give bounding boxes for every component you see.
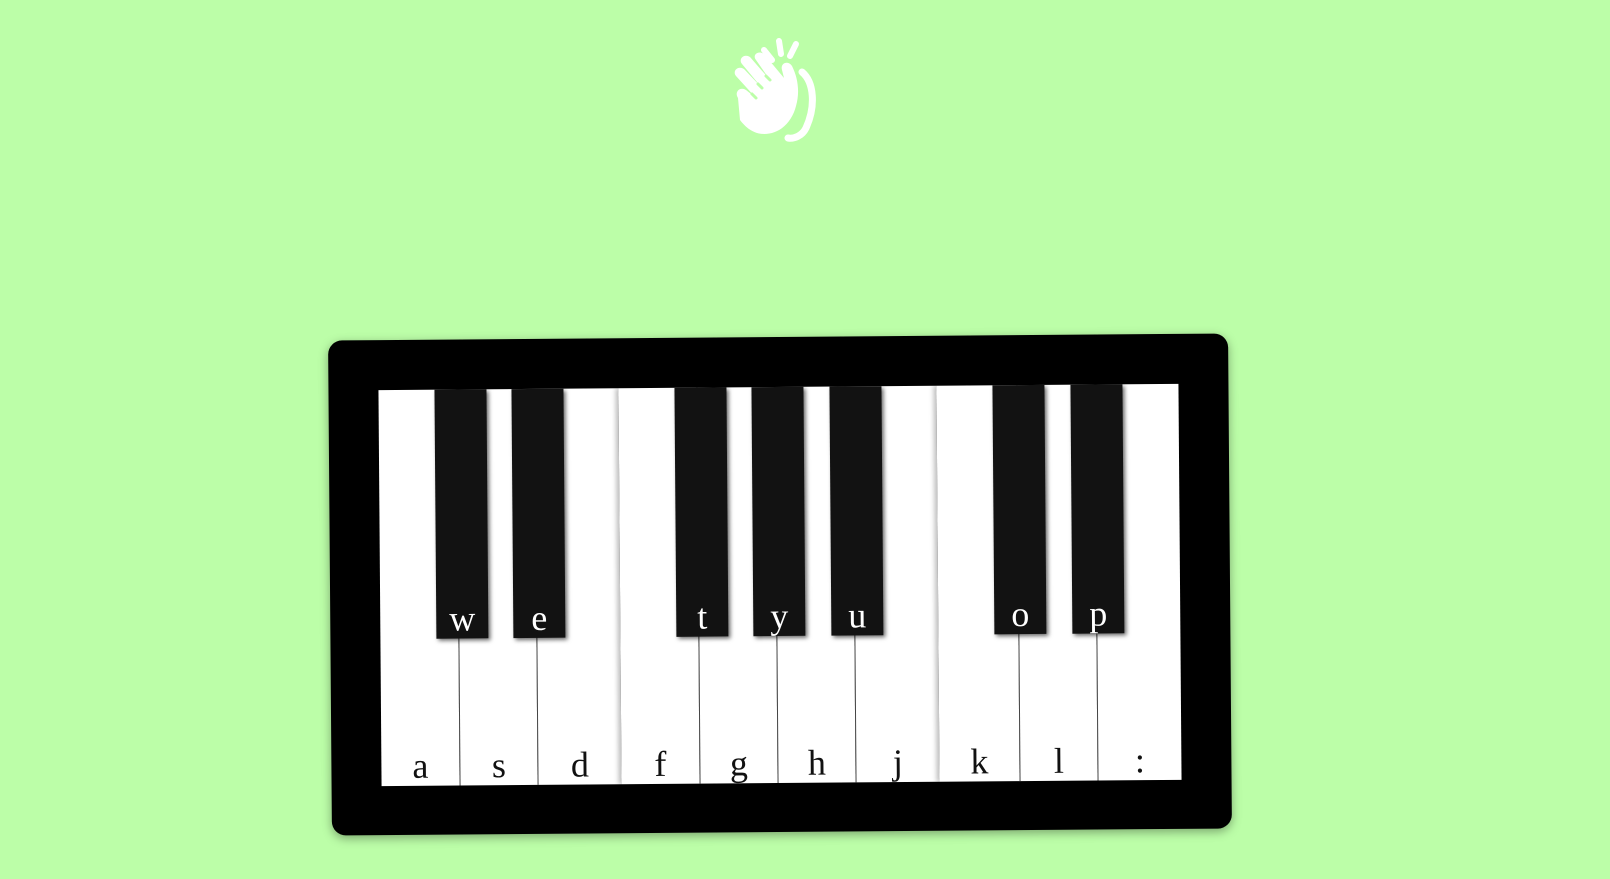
piano-keys: a s d f g h j k l : w e t y u o p: [378, 383, 1182, 787]
piano: a s d f g h j k l : w e t y u o p: [328, 333, 1232, 836]
key-label: :: [1134, 740, 1146, 781]
key-label: u: [848, 595, 867, 636]
black-key-w[interactable]: w: [434, 389, 489, 639]
key-label: w: [449, 598, 476, 639]
key-label: j: [892, 742, 904, 783]
black-key-o[interactable]: o: [992, 384, 1047, 635]
key-label: g: [729, 743, 749, 784]
key-label: a: [412, 745, 429, 786]
key-label: s: [491, 745, 507, 786]
black-key-y[interactable]: y: [751, 386, 806, 637]
black-key-e[interactable]: e: [511, 388, 566, 639]
key-label: h: [807, 742, 827, 783]
key-label: t: [697, 596, 708, 637]
key-label: y: [770, 595, 789, 637]
key-label: o: [1011, 594, 1030, 635]
key-label: f: [654, 743, 667, 784]
key-label: p: [1089, 593, 1108, 634]
key-label: l: [1053, 740, 1065, 781]
key-label: k: [970, 741, 989, 782]
waving-hand-icon: [722, 36, 832, 142]
black-key-t[interactable]: t: [674, 387, 729, 637]
black-key-u[interactable]: u: [829, 386, 884, 636]
black-key-p[interactable]: p: [1070, 384, 1125, 634]
key-label: d: [570, 744, 590, 785]
key-label: e: [531, 597, 548, 638]
